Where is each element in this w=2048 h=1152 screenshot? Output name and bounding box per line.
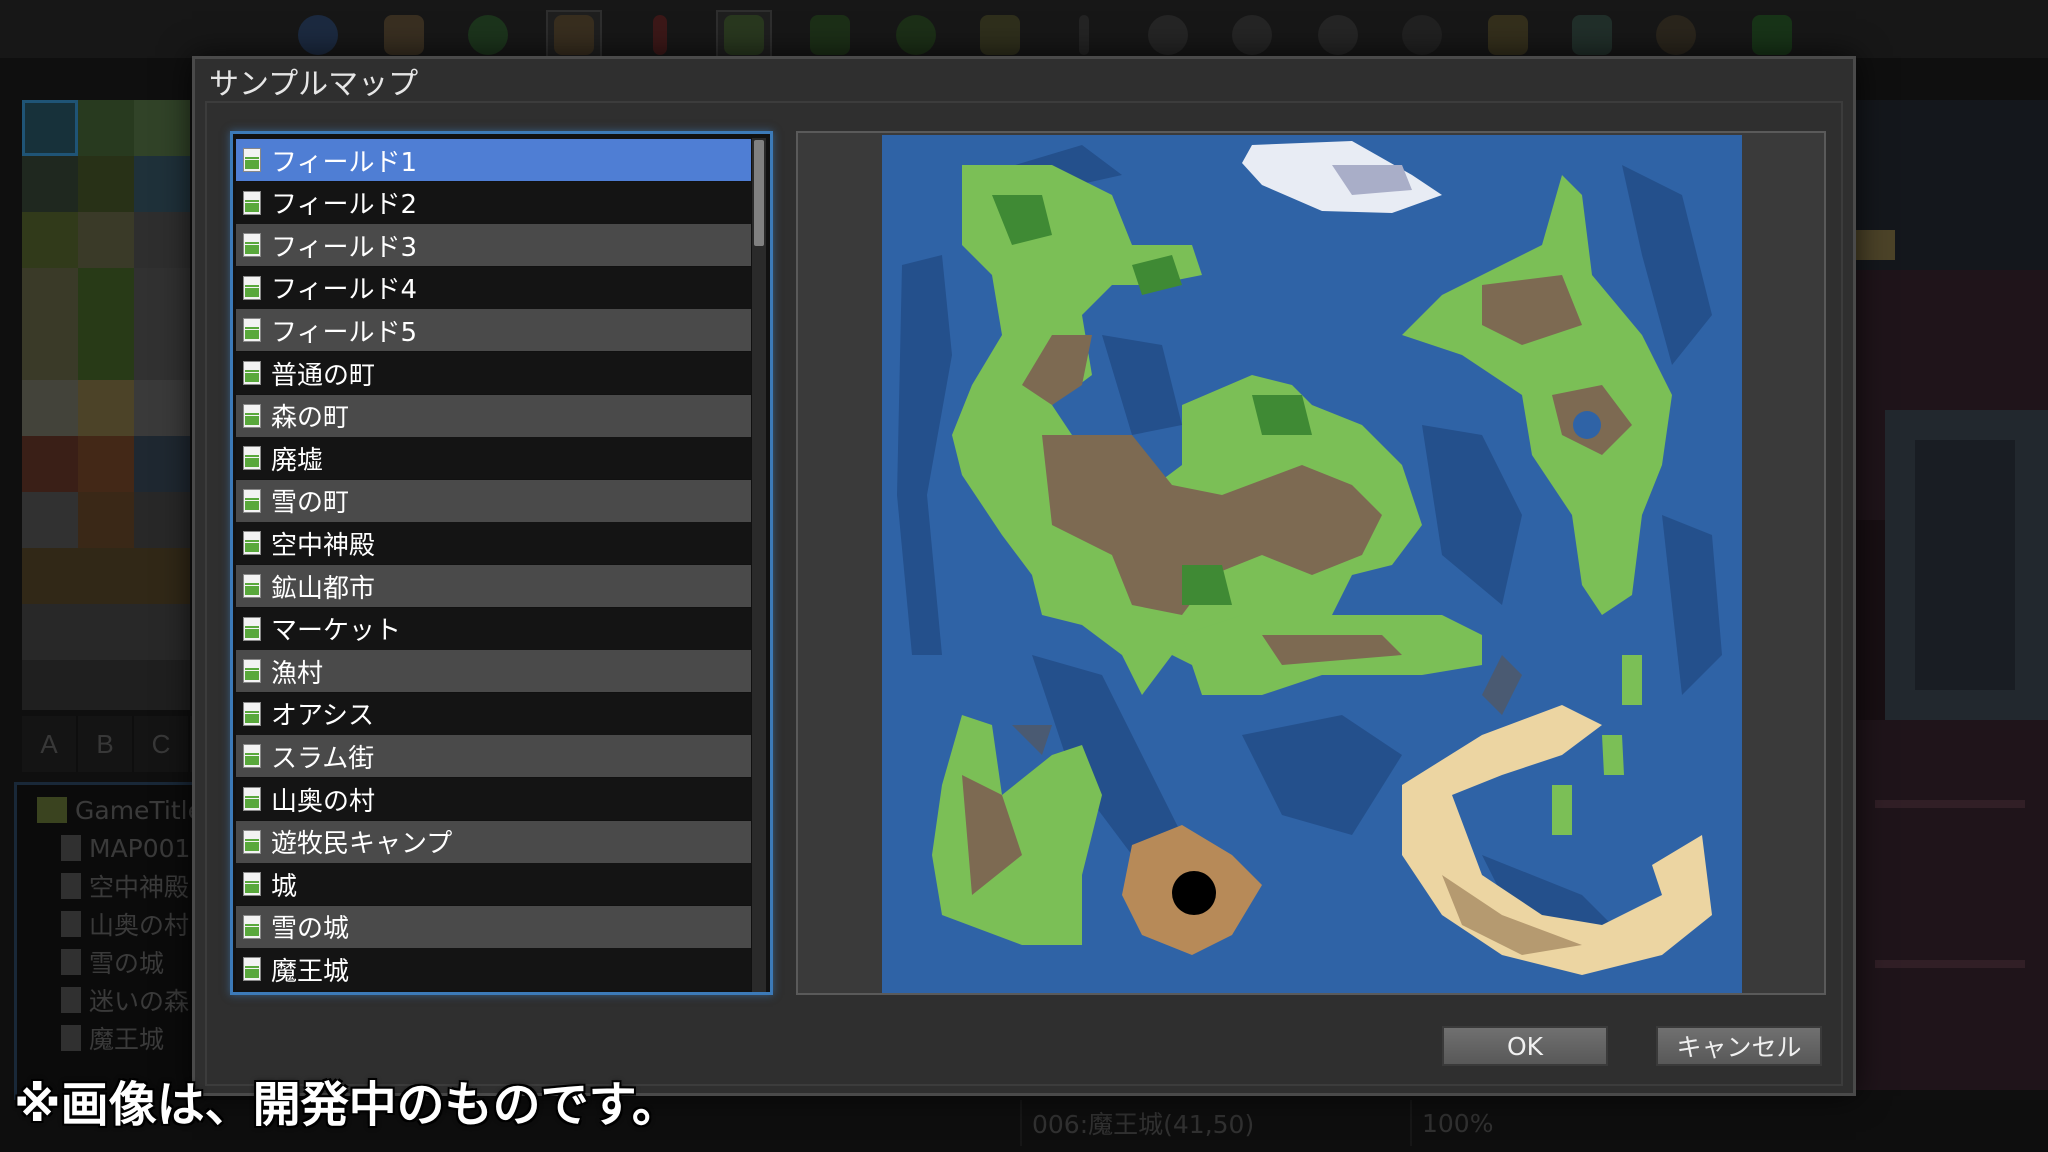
map-list-item-label: 山奥の村 [271, 786, 376, 817]
map-list-item[interactable]: マーケット [236, 607, 751, 650]
map-list[interactable]: フィールド1 フィールド2 フィールド3 フィールド4 フィールド5 普通の町森の町廃墟雪… [236, 139, 751, 991]
map-icon [243, 616, 261, 641]
map-list-item[interactable]: 遊牧民キャンプ [236, 820, 751, 863]
map-list-item[interactable]: フィールド4 [236, 266, 751, 309]
map-icon [243, 446, 261, 471]
map-list-item-label: 遊牧民キャンプ [271, 829, 453, 860]
map-icon [243, 659, 261, 684]
map-icon [243, 829, 261, 854]
map-icon [243, 701, 261, 726]
map-list-item-label: 雪の城 [271, 914, 350, 945]
map-icon [243, 914, 261, 939]
map-list-item-label: フィールド1 [271, 147, 418, 178]
map-preview-panel [796, 131, 1826, 995]
map-list-item[interactable]: 普通の町 [236, 352, 751, 394]
map-list-item-label: 森の町 [271, 403, 350, 434]
map-list-item[interactable]: フィールド1 [236, 139, 751, 181]
map-list-item[interactable]: 魔王城 [236, 948, 751, 991]
world-map-image [897, 141, 1722, 975]
map-list-item-label: 空中神殿 [271, 530, 376, 561]
map-list-item[interactable]: 雪の城 [236, 905, 751, 948]
map-list-item-label: 廃墟 [271, 445, 324, 476]
map-icon [243, 488, 261, 513]
scroll-thumb[interactable] [754, 140, 764, 246]
map-list-item[interactable]: オアシス [236, 692, 751, 735]
map-list-item-label: フィールド3 [271, 232, 418, 263]
map-icon [243, 361, 261, 385]
map-icon [243, 403, 261, 428]
map-list-item[interactable]: 城 [236, 863, 751, 906]
map-list-item[interactable]: 森の町 [236, 394, 751, 437]
map-list-item-label: スラム街 [271, 743, 375, 774]
map-list-item-label: オアシス [271, 701, 374, 732]
map-list-item[interactable]: 山奥の村 [236, 778, 751, 820]
map-icon [243, 872, 261, 897]
map-icon [243, 275, 261, 300]
map-icon [243, 744, 261, 769]
map-icon [243, 190, 261, 215]
map-list-item[interactable]: 廃墟 [236, 437, 751, 480]
ok-button[interactable]: OK [1442, 1026, 1608, 1066]
map-list-item[interactable]: フィールド5 [236, 309, 751, 352]
map-list-item[interactable]: フィールド3 [236, 224, 751, 267]
map-list-item-label: マーケット [271, 616, 402, 647]
map-list-item-label: フィールド2 [271, 190, 418, 221]
map-list-item-label: フィールド4 [271, 275, 418, 306]
map-icon [243, 531, 261, 556]
map-icon [243, 233, 261, 258]
map-icon [243, 957, 261, 982]
map-list-item-label: 城 [271, 871, 298, 902]
map-list-item[interactable]: 空中神殿 [236, 522, 751, 565]
development-notice: ※画像は、開発中のものです。 [14, 1077, 680, 1133]
map-list-item[interactable]: 雪の町 [236, 479, 751, 522]
dialog-title: サンプルマップ [209, 67, 419, 102]
map-icon [243, 574, 261, 598]
map-icon [243, 148, 261, 172]
map-list-item-label: 魔王城 [271, 956, 350, 987]
map-preview [882, 135, 1742, 993]
map-list-item-label: 普通の町 [271, 360, 376, 391]
editor-window: A B C GameTitle01 MAP001 空中神殿 山奥の村 雪の城 迷… [0, 0, 2048, 1152]
map-list-item[interactable]: 漁村 [236, 650, 751, 693]
map-icon [243, 787, 261, 811]
map-list-item[interactable]: スラム街 [236, 735, 751, 778]
map-icon [243, 318, 261, 343]
map-list-item[interactable]: 鉱山都市 [236, 565, 751, 607]
map-list-item[interactable]: フィールド2 [236, 181, 751, 224]
map-list-item-label: 鉱山都市 [271, 573, 376, 604]
cancel-button[interactable]: キャンセル [1656, 1026, 1822, 1066]
map-list-panel: フィールド1 フィールド2 フィールド3 フィールド4 フィールド5 普通の町森の町廃墟雪… [230, 131, 773, 995]
list-scrollbar[interactable] [752, 138, 766, 992]
map-list-item-label: 雪の町 [271, 488, 350, 519]
map-list-item-label: フィールド5 [271, 317, 418, 348]
map-list-item-label: 漁村 [271, 658, 324, 689]
